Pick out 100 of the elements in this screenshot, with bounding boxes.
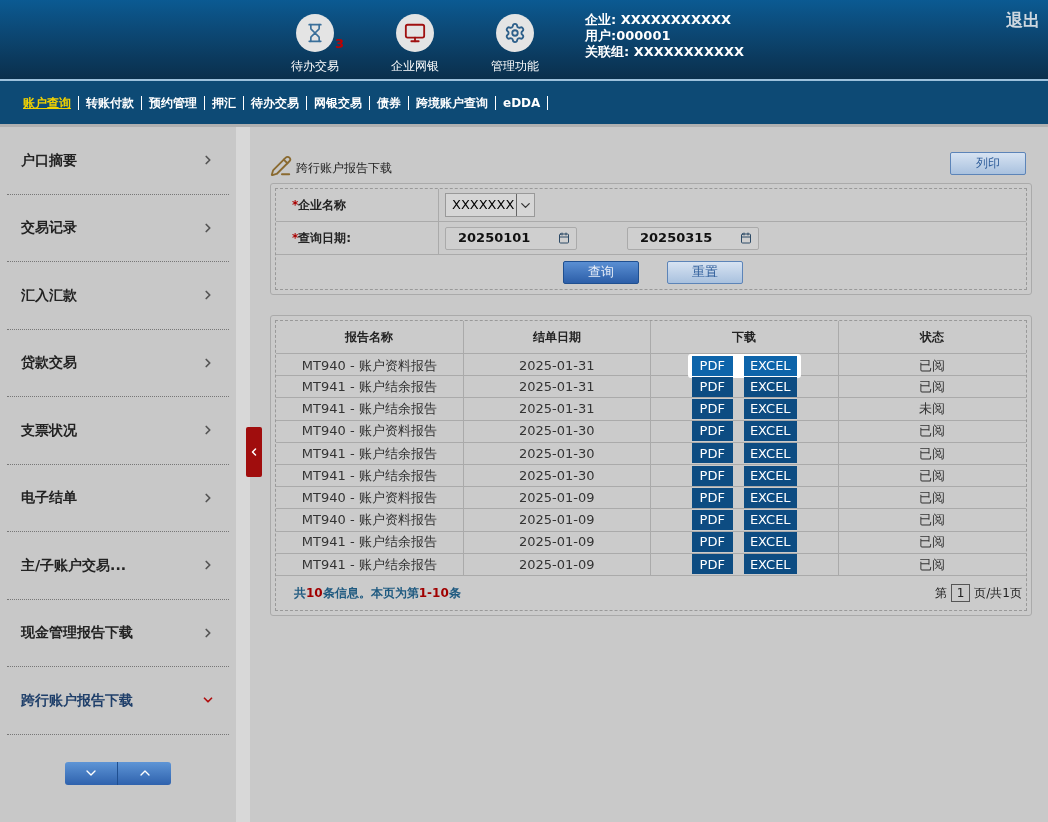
search-button[interactable]: 查询 xyxy=(563,260,639,284)
table-cell: 2025-01-30 xyxy=(463,464,651,487)
excel-download-button[interactable]: EXCEL xyxy=(743,421,797,442)
table-cell: MT940 - 账户资料报告 xyxy=(276,354,464,378)
column-header: 下载 xyxy=(651,321,839,353)
column-header: 结单日期 xyxy=(463,321,651,353)
scroll-down-button[interactable] xyxy=(65,761,118,785)
table-cell-text: 已阅 xyxy=(918,511,947,530)
table-cell: MT941 - 账户结余报告 xyxy=(276,531,464,553)
excel-download-button[interactable]: EXCEL xyxy=(743,443,797,464)
nav-tab[interactable]: 债券 xyxy=(370,93,408,112)
edit-icon xyxy=(270,155,292,177)
pdf-download-button[interactable]: PDF xyxy=(691,509,733,530)
excel-download-button[interactable]: EXCEL xyxy=(743,554,797,575)
pdf-download-button[interactable]: PDF xyxy=(691,398,733,419)
shortcut-label[interactable]: 待办交易 xyxy=(291,57,339,75)
pdf-download-button[interactable]: PDF xyxy=(691,487,733,508)
nav-tab[interactable]: 押汇 xyxy=(205,93,243,112)
account-info: 关联组: XXXXXXXXXXX xyxy=(585,44,744,60)
sidebar-item[interactable]: 主/子账户交易... xyxy=(7,532,229,600)
calendar-icon[interactable] xyxy=(740,232,752,244)
nav-tab[interactable]: 网银交易 xyxy=(307,93,369,112)
table-cell-text: 已阅 xyxy=(918,555,947,574)
nav-tab[interactable]: eDDA xyxy=(496,93,548,112)
sidebar-item[interactable]: 交易记录 xyxy=(7,194,229,262)
table-cell-text: 已阅 xyxy=(918,422,947,441)
excel-download-button[interactable]: EXCEL xyxy=(743,465,797,486)
sidebar-item[interactable]: 贷款交易 xyxy=(7,329,229,397)
pager-label: 页/共1页 xyxy=(974,584,1022,602)
excel-download-button[interactable]: EXCEL xyxy=(743,376,797,397)
pending-count: 3 xyxy=(335,35,345,53)
record-summary: 共10条信息。本页为第1-10条 xyxy=(294,584,461,602)
table-cell: 2025-01-30 xyxy=(463,420,651,442)
table-cell: MT940 - 账户资料报告 xyxy=(276,487,464,509)
table-cell: 2025-01-31 xyxy=(463,376,651,398)
sidebar-item[interactable]: 户口摘要 xyxy=(7,127,229,195)
table-cell: MT940 - 账户资料报告 xyxy=(276,420,464,442)
table-cell-text: 已阅 xyxy=(918,444,947,463)
nav-tab[interactable]: 账户查询 xyxy=(16,93,78,112)
date-field[interactable]: 20250101 xyxy=(445,226,577,250)
field-label: *查询日期: xyxy=(276,222,439,254)
scroll-up-button[interactable] xyxy=(118,761,171,785)
nav-tab[interactable]: 预约管理 xyxy=(142,93,204,112)
collapse-tab[interactable] xyxy=(246,427,262,477)
hourglass-icon xyxy=(296,14,334,52)
column-header: 报告名称 xyxy=(276,321,464,353)
table-cell: 2025-01-09 xyxy=(463,531,651,553)
account-info: 企业: XXXXXXXXXXX xyxy=(585,12,732,28)
shortcut-label[interactable]: 企业网银 xyxy=(391,57,439,75)
table-cell-text: 已阅 xyxy=(918,533,947,552)
table-cell: 2025-01-30 xyxy=(463,442,651,464)
table-cell-text: 已阅 xyxy=(918,466,947,485)
table-cell: MT941 - 账户结余报告 xyxy=(276,464,464,487)
account-info: 用户:000001 xyxy=(585,28,672,44)
logout-link[interactable]: 退出 xyxy=(1006,8,1040,34)
table-cell-text: 已阅 xyxy=(918,357,947,376)
page-number-field[interactable]: 1 xyxy=(950,583,971,602)
pdf-download-button[interactable]: PDF xyxy=(691,356,733,376)
sidebar-item[interactable]: 现金管理报告下载 xyxy=(7,599,229,667)
table-cell: MT940 - 账户资料报告 xyxy=(276,509,464,531)
calendar-icon[interactable] xyxy=(558,232,570,244)
date-field[interactable]: 20250315 xyxy=(627,226,759,250)
pdf-download-button[interactable]: PDF xyxy=(691,421,733,442)
table-cell: 2025-01-09 xyxy=(463,553,651,575)
table-cell-text: 未阅 xyxy=(918,400,947,419)
table-cell: 2025-01-31 xyxy=(463,398,651,420)
nav-tab[interactable]: 转账付款 xyxy=(79,93,141,112)
sidebar-item[interactable]: 汇入汇款 xyxy=(7,262,229,330)
nav-tab[interactable]: 待办交易 xyxy=(244,93,306,112)
gears-icon xyxy=(496,14,534,52)
pager-label: 第 xyxy=(934,584,947,602)
column-header: 状态 xyxy=(918,329,946,346)
table-cell: 2025-01-31 xyxy=(463,354,651,378)
page-title: 跨行账户报告下载 xyxy=(296,160,392,177)
monitor-icon xyxy=(396,14,434,52)
pdf-download-button[interactable]: PDF xyxy=(691,376,733,397)
pdf-download-button[interactable]: PDF xyxy=(691,554,733,575)
table-cell: 2025-01-09 xyxy=(463,509,651,531)
table-cell: MT941 - 账户结余报告 xyxy=(276,553,464,575)
print-button[interactable]: 列印 xyxy=(950,151,1026,175)
sidebar-item[interactable]: 支票状况 xyxy=(7,397,229,465)
excel-download-button[interactable]: EXCEL xyxy=(743,509,797,530)
pdf-download-button[interactable]: PDF xyxy=(691,532,733,553)
sidebar-item[interactable]: 电子结单 xyxy=(7,464,229,532)
table-cell: MT941 - 账户结余报告 xyxy=(276,376,464,398)
sidebar-item[interactable]: 跨行账户报告下载 xyxy=(7,667,229,735)
table-cell-text: 已阅 xyxy=(918,378,947,397)
company-select[interactable]: XXXXXXX xyxy=(445,193,536,217)
nav-tab[interactable]: 跨境账户查询 xyxy=(409,93,495,112)
pdf-download-button[interactable]: PDF xyxy=(691,465,733,486)
excel-download-button[interactable]: EXCEL xyxy=(743,487,797,508)
reset-button[interactable]: 重置 xyxy=(667,260,743,284)
pdf-download-button[interactable]: PDF xyxy=(691,443,733,464)
table-cell-text: 已阅 xyxy=(918,488,947,507)
field-label: *企业名称 xyxy=(276,189,439,221)
table-cell: MT941 - 账户结余报告 xyxy=(276,442,464,464)
excel-download-button[interactable]: EXCEL xyxy=(743,398,797,419)
excel-download-button[interactable]: EXCEL xyxy=(743,356,797,376)
shortcut-label[interactable]: 管理功能 xyxy=(491,57,539,75)
excel-download-button[interactable]: EXCEL xyxy=(743,532,797,553)
